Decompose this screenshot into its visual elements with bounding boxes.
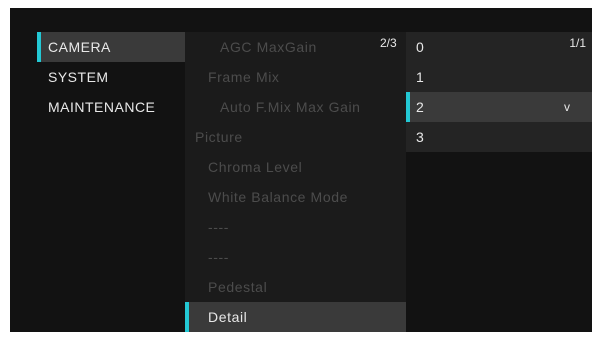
sub-menu-item-placeholder[interactable]: ---- xyxy=(185,242,406,272)
sub-menu-item-label: ---- xyxy=(208,219,230,235)
osd-screen: CAMERA SYSTEM MAINTENANCE 2/3 AGC MaxGai… xyxy=(10,8,592,332)
main-menu-item-label: SYSTEM xyxy=(48,69,109,85)
sub-menu-item-label: Chroma Level xyxy=(208,159,303,175)
sub-menu-item-label: Picture xyxy=(195,129,243,145)
main-menu-item-system[interactable]: SYSTEM xyxy=(37,62,185,92)
main-menu: CAMERA SYSTEM MAINTENANCE xyxy=(37,32,185,122)
sub-menu-item-label: ---- xyxy=(208,249,230,265)
sub-menu-item-label: Auto F.Mix Max Gain xyxy=(220,99,361,115)
option-item-0[interactable]: 0 xyxy=(406,32,592,62)
sub-menu-item-chroma-level[interactable]: Chroma Level xyxy=(185,152,406,182)
sub-menu-item-placeholder[interactable]: ---- xyxy=(185,212,406,242)
sub-menu-item-agc-maxgain[interactable]: AGC MaxGain xyxy=(185,32,406,62)
sub-menu: 2/3 AGC MaxGain Frame Mix Auto F.Mix Max… xyxy=(185,32,406,332)
selection-bar xyxy=(37,32,41,62)
main-menu-item-label: MAINTENANCE xyxy=(48,99,156,115)
sub-menu-item-label: White Balance Mode xyxy=(208,189,348,205)
sub-menu-item-frame-mix[interactable]: Frame Mix xyxy=(185,62,406,92)
sub-menu-item-label: Detail xyxy=(208,309,248,325)
current-value-marker-icon: v xyxy=(564,100,570,114)
sub-menu-item-detail[interactable]: Detail xyxy=(185,302,406,332)
option-item-1[interactable]: 1 xyxy=(406,62,592,92)
option-item-label: 2 xyxy=(416,99,424,115)
option-item-2[interactable]: 2 v xyxy=(406,92,592,122)
option-item-label: 0 xyxy=(416,39,424,55)
selection-bar xyxy=(185,302,189,332)
option-item-label: 1 xyxy=(416,69,424,85)
sub-menu-item-white-balance-mode[interactable]: White Balance Mode xyxy=(185,182,406,212)
sub-menu-item-pedestal[interactable]: Pedestal xyxy=(185,272,406,302)
main-menu-item-label: CAMERA xyxy=(48,39,111,55)
option-item-3[interactable]: 3 xyxy=(406,122,592,152)
main-menu-item-camera[interactable]: CAMERA xyxy=(37,32,185,62)
sub-menu-item-auto-fmix-max-gain[interactable]: Auto F.Mix Max Gain xyxy=(185,92,406,122)
option-item-label: 3 xyxy=(416,129,424,145)
option-list: 1/1 0 1 2 v 3 xyxy=(406,32,592,152)
selection-bar xyxy=(406,92,410,122)
sub-menu-item-label: AGC MaxGain xyxy=(220,39,317,55)
sub-menu-item-label: Pedestal xyxy=(208,279,268,295)
sub-menu-item-picture[interactable]: Picture xyxy=(185,122,406,152)
main-menu-item-maintenance[interactable]: MAINTENANCE xyxy=(37,92,185,122)
sub-menu-item-label: Frame Mix xyxy=(208,69,280,85)
